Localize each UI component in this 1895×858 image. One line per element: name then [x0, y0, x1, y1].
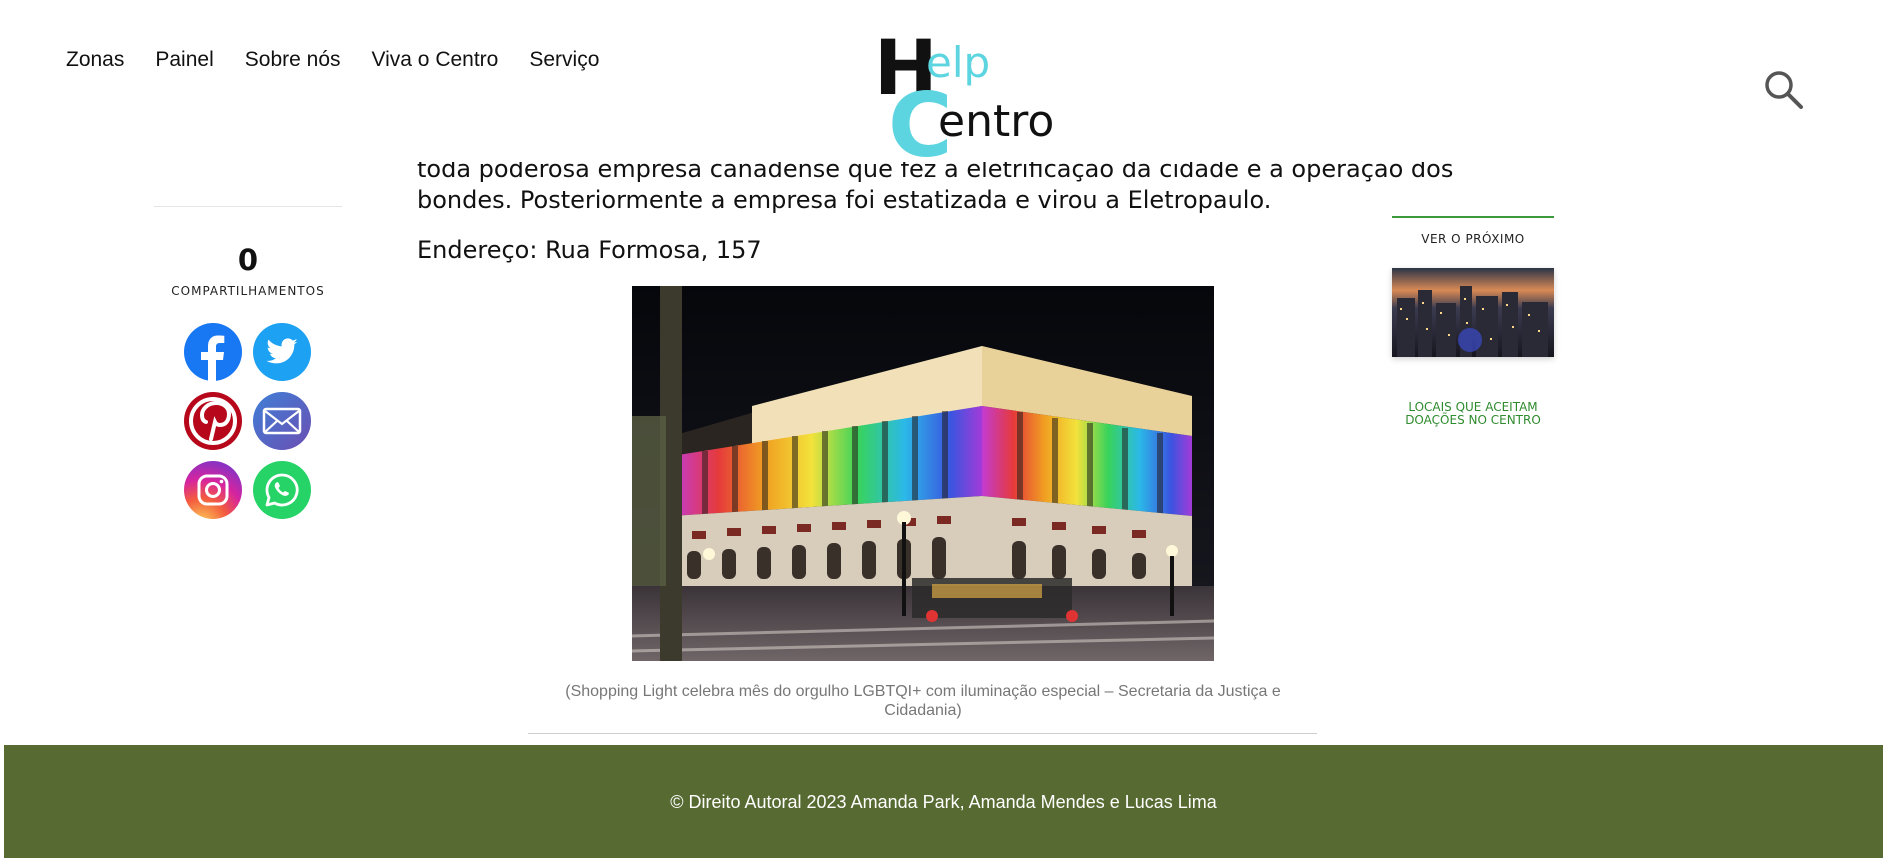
instagram-icon — [197, 474, 229, 506]
twitter-icon — [266, 338, 298, 364]
site-footer: © Direito Autoral 2023 Amanda Park, Aman… — [4, 745, 1883, 858]
site-logo[interactable]: H elp C entro — [874, 30, 1054, 170]
logo-text-entro: entro — [938, 96, 1055, 147]
share-label: COMPARTILHAMENTOS — [171, 284, 325, 298]
next-post-thumbnail[interactable] — [1392, 268, 1554, 357]
whatsapp-share-button[interactable] — [253, 461, 311, 519]
photo-caption: (Shopping Light celebra mês do orgulho L… — [565, 683, 1281, 719]
share-buttons — [184, 323, 311, 519]
next-post-rule — [1392, 216, 1554, 218]
main-nav: Zonas Painel Sobre nós Viva o Centro Ser… — [66, 48, 599, 72]
share-count: 0 — [237, 243, 259, 277]
nav-item-zonas[interactable]: Zonas — [66, 48, 124, 72]
next-post-title-link[interactable]: LOCAIS QUE ACEITAM DOAÇÕES NO CENTRO — [1392, 401, 1554, 427]
email-share-button[interactable] — [253, 392, 311, 450]
article-address: Endereço: Rua Formosa, 157 — [417, 236, 762, 264]
search-button[interactable] — [1762, 68, 1806, 112]
shopping-light-photo — [632, 286, 1214, 661]
nav-item-viva-o-centro[interactable]: Viva o Centro — [372, 48, 499, 72]
share-divider — [154, 206, 342, 207]
whatsapp-icon — [265, 473, 299, 507]
twitter-share-button[interactable] — [253, 323, 311, 381]
next-post-label: VER O PRÓXIMO — [1421, 232, 1525, 246]
facebook-icon — [201, 335, 225, 381]
pinterest-share-button[interactable] — [184, 392, 242, 450]
email-icon — [262, 407, 302, 435]
article-bottom-rule — [528, 733, 1317, 734]
instagram-share-button[interactable] — [184, 461, 242, 519]
pinterest-icon — [189, 397, 237, 445]
facebook-share-button[interactable] — [184, 323, 242, 381]
nav-item-sobre-nos[interactable]: Sobre nós — [245, 48, 341, 72]
article-paragraph: bondes. Posteriormente a empresa foi est… — [417, 186, 1272, 214]
search-icon — [1765, 71, 1803, 109]
nav-item-painel[interactable]: Painel — [155, 48, 213, 72]
nav-item-servico[interactable]: Serviço — [529, 48, 599, 72]
article-text-cut-line: toda poderosa empresa canadense que fez … — [417, 162, 1454, 183]
footer-copyright: © Direito Autoral 2023 Amanda Park, Aman… — [670, 792, 1217, 812]
